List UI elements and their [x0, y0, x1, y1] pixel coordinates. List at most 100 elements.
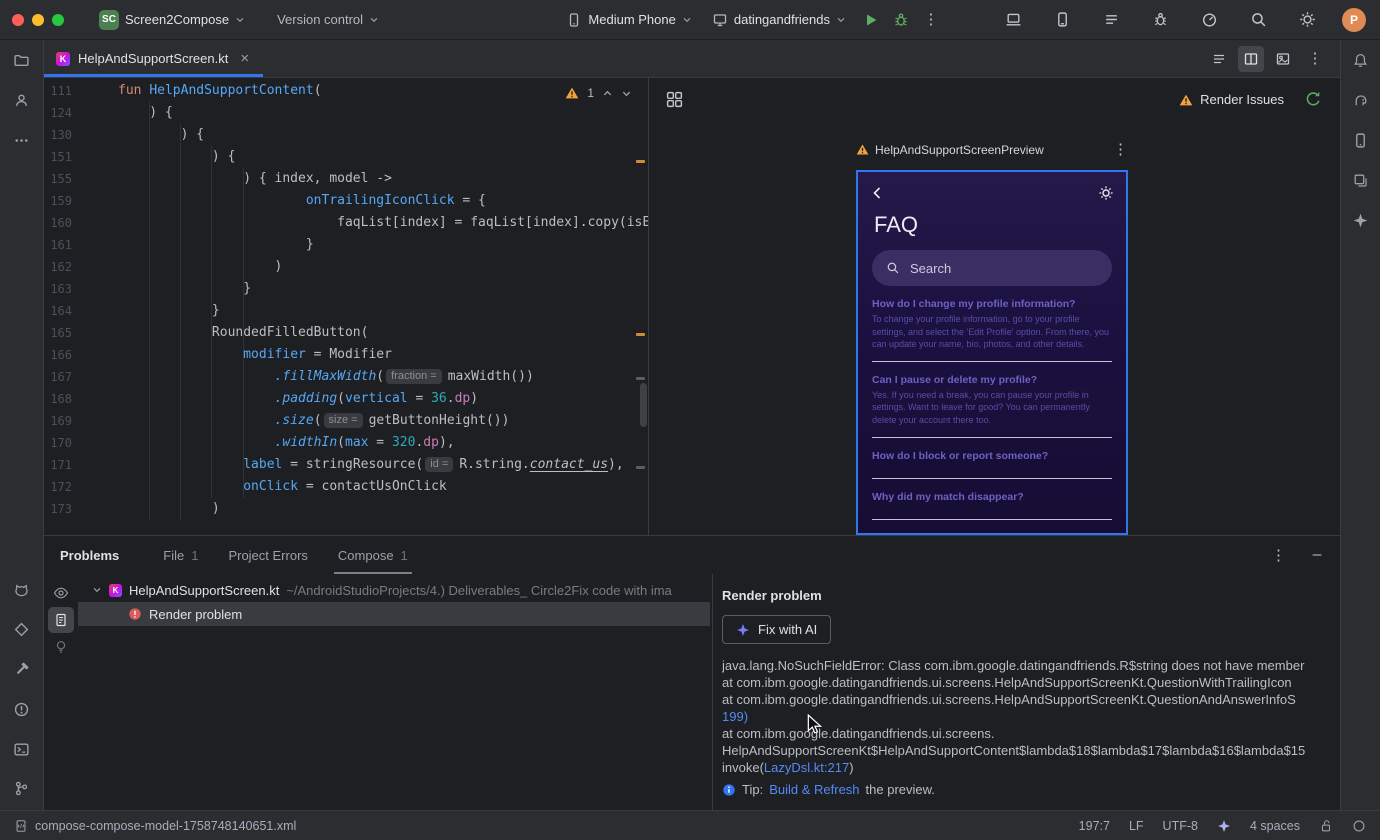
stripe-mark[interactable] — [636, 466, 645, 469]
line-number[interactable]: 111 — [44, 80, 118, 102]
line-number[interactable]: 170 — [44, 432, 118, 454]
statusbar-file[interactable]: compose-compose-model-1758748140651.xml — [14, 819, 296, 833]
quick-fix-button[interactable] — [48, 634, 74, 660]
status-indicator-icon[interactable] — [1352, 819, 1366, 833]
line-number[interactable]: 124 — [44, 102, 118, 124]
line-number[interactable]: 160 — [44, 212, 118, 234]
build-refresh-link[interactable]: Build & Refresh — [769, 782, 859, 797]
line-number[interactable]: 162 — [44, 256, 118, 278]
code-line[interactable]: 162 ) — [44, 256, 648, 278]
gradle-tool-button[interactable] — [1347, 86, 1375, 114]
run-button[interactable] — [857, 6, 885, 34]
line-number[interactable]: 169 — [44, 410, 118, 432]
code-line[interactable]: 169 .size(size = getButtonHeight()) — [44, 410, 648, 432]
more-run-actions-button[interactable]: ⋮ — [917, 6, 945, 34]
minimize-panel-button[interactable] — [1310, 548, 1324, 562]
line-number[interactable]: 171 — [44, 454, 118, 476]
project-tool-button[interactable] — [8, 46, 36, 74]
preview-issue-button[interactable] — [48, 580, 74, 606]
device-manager-tool-button[interactable] — [1347, 126, 1375, 154]
editor-scrollbar[interactable] — [640, 383, 647, 427]
code-line[interactable]: 173 ) — [44, 498, 648, 520]
version-control-tool-button[interactable] — [8, 774, 36, 802]
more-tool-wind ows-button[interactable] — [8, 126, 36, 154]
line-number[interactable]: 168 — [44, 388, 118, 410]
next-issue-icon[interactable] — [621, 88, 632, 99]
code-line[interactable]: 155 ) { index, model -> — [44, 168, 648, 190]
line-number[interactable]: 172 — [44, 476, 118, 498]
line-number[interactable]: 167 — [44, 366, 118, 388]
preview-layout-button[interactable] — [665, 90, 684, 109]
resource-manager-tool-button[interactable] — [1347, 166, 1375, 194]
running-devices-button[interactable] — [999, 6, 1027, 34]
logcat-tool-button[interactable] — [8, 576, 36, 604]
code-editor[interactable]: 111 fun HelpAndSupportContent(124 ) {130 … — [44, 78, 648, 535]
line-number[interactable]: 173 — [44, 498, 118, 520]
code-line[interactable]: 159 onTrailingIconClick = { — [44, 190, 648, 212]
panel-tab-project-errors[interactable]: Project Errors — [228, 536, 307, 574]
search-everywhere-button[interactable] — [1244, 6, 1272, 34]
line-number[interactable]: 130 — [44, 124, 118, 146]
code-line[interactable]: 151 ) { — [44, 146, 648, 168]
code-line[interactable]: 172 onClick = contactUsOnClick — [44, 476, 648, 498]
code-line[interactable]: 124 ) { — [44, 102, 648, 124]
render-issues-button[interactable]: Render Issues — [1179, 92, 1284, 107]
code-line[interactable]: 168 .padding(vertical = 36.dp) — [44, 388, 648, 410]
code-line[interactable]: 170 .widthIn(max = 320.dp), — [44, 432, 648, 454]
pull-requests-tool-button[interactable] — [8, 86, 36, 114]
close-window-button[interactable] — [12, 13, 24, 26]
panel-tab-compose[interactable]: Compose 1 — [333, 536, 412, 574]
editor-tab-helpandsupportscreen[interactable]: K HelpAndSupportScreen.kt × — [44, 40, 263, 77]
user-avatar[interactable]: P — [1342, 7, 1366, 32]
fix-with-ai-button[interactable]: Fix with AI — [722, 615, 832, 644]
code-line[interactable]: 111 fun HelpAndSupportContent( — [44, 80, 648, 102]
close-tab-button[interactable]: × — [240, 50, 249, 67]
show-details-toggle[interactable] — [48, 607, 74, 633]
lock-icon[interactable] — [1319, 819, 1333, 833]
warning-stripe-mark[interactable] — [636, 160, 645, 163]
panel-options-button[interactable]: ⋮ — [1271, 548, 1286, 563]
code-line[interactable]: 130 ) { — [44, 124, 648, 146]
app-quality-insights-tool-button[interactable] — [8, 615, 36, 643]
debug-button[interactable] — [887, 6, 915, 34]
file-encoding[interactable]: UTF-8 — [1163, 819, 1198, 833]
problems-file-row[interactable]: K HelpAndSupportScreen.kt ~/AndroidStudi… — [78, 578, 710, 602]
code-line[interactable]: 166 modifier = Modifier — [44, 344, 648, 366]
code-line[interactable]: 161 } — [44, 234, 648, 256]
code-line[interactable]: 167 .fillMaxWidth(fraction = maxWidth()) — [44, 366, 648, 388]
zoom-window-button[interactable] — [52, 13, 64, 26]
line-number[interactable]: 159 — [44, 190, 118, 212]
gemini-tool-button[interactable] — [1347, 206, 1375, 234]
preview-device-frame[interactable]: FAQ Search How do I change my profile in… — [856, 170, 1128, 535]
problems-tool-button[interactable] — [8, 695, 36, 723]
build-tool-button[interactable] — [8, 655, 36, 683]
line-number[interactable]: 155 — [44, 168, 118, 190]
code-line[interactable]: 164 } — [44, 300, 648, 322]
warning-stripe-mark[interactable] — [636, 333, 645, 336]
terminal-tool-button[interactable] — [8, 735, 36, 763]
editor-more-options-button[interactable]: ⋮ — [1302, 46, 1328, 72]
indent-setting[interactable]: 4 spaces — [1250, 819, 1300, 833]
preview-options-button[interactable]: ⋮ — [1113, 142, 1128, 157]
line-number[interactable]: 151 — [44, 146, 118, 168]
profiler-button[interactable] — [1195, 6, 1223, 34]
stack-trace-link[interactable]: 199) — [722, 709, 748, 724]
previous-issue-icon[interactable] — [602, 88, 613, 99]
design-view-button[interactable] — [1270, 46, 1296, 72]
refresh-preview-button[interactable] — [1304, 90, 1322, 108]
settings-button[interactable] — [1293, 6, 1321, 34]
line-number[interactable]: 166 — [44, 344, 118, 366]
inspections-widget[interactable]: 1 — [565, 86, 632, 100]
preview-card-header[interactable]: HelpAndSupportScreenPreview ⋮ — [856, 142, 1128, 157]
line-number[interactable]: 164 — [44, 300, 118, 322]
line-ending[interactable]: LF — [1129, 819, 1144, 833]
ai-status-icon[interactable] — [1217, 819, 1231, 833]
code-line[interactable]: 165 RoundedFilledButton( — [44, 322, 648, 344]
device-manager-button[interactable] — [1048, 6, 1076, 34]
stripe-mark[interactable] — [636, 377, 645, 380]
code-line[interactable]: 171 label = stringResource(id = R.string.… — [44, 454, 648, 476]
project-selector[interactable]: SC Screen2Compose — [90, 5, 254, 35]
split-view-button[interactable] — [1238, 45, 1264, 72]
minimize-window-button[interactable] — [32, 13, 44, 26]
logcat-button[interactable] — [1097, 6, 1125, 34]
